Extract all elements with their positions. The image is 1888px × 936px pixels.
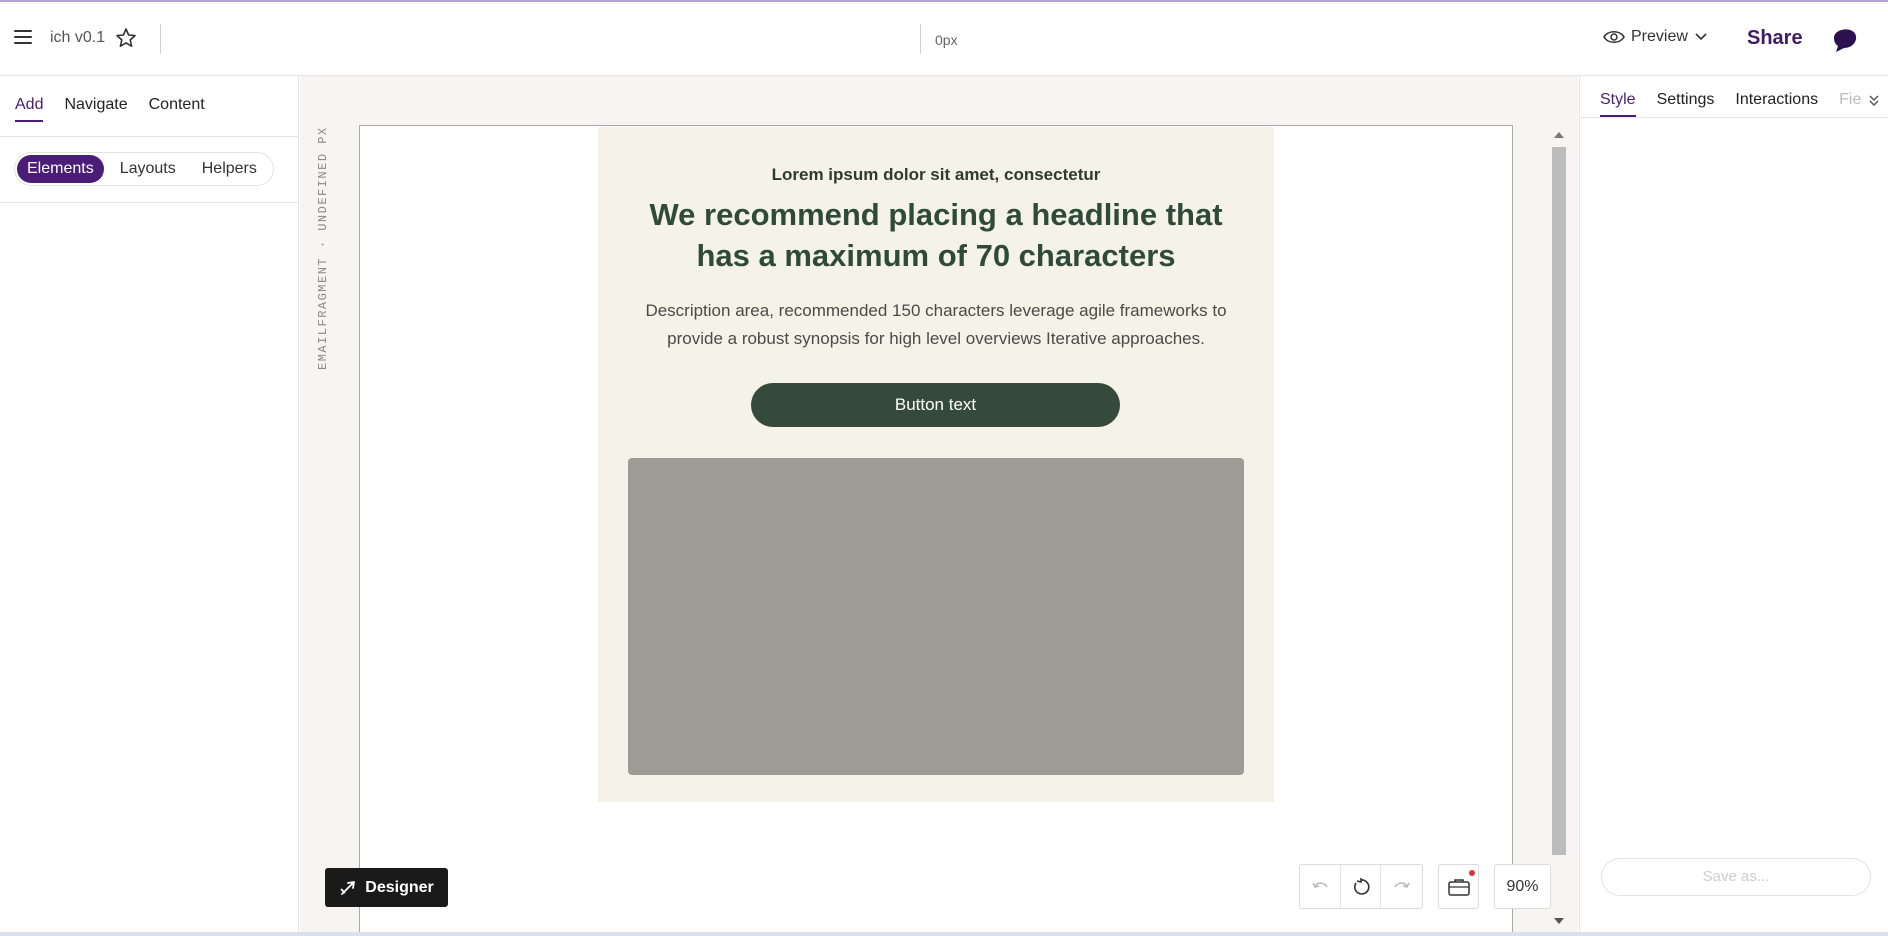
segment-layouts[interactable]: Layouts	[110, 155, 186, 183]
scrollbar-thumb[interactable]	[1552, 147, 1566, 855]
tab-navigate[interactable]: Navigate	[64, 96, 127, 122]
scroll-down-arrow[interactable]	[1554, 918, 1564, 924]
left-tabs: Add Navigate Content	[15, 96, 205, 122]
star-icon[interactable]	[114, 26, 138, 50]
tab-fields[interactable]: Fie	[1839, 91, 1861, 117]
save-as-button[interactable]: Save as...	[1601, 858, 1871, 896]
zoom-level[interactable]: 90%	[1494, 864, 1551, 909]
designer-button[interactable]: Designer	[325, 868, 448, 907]
briefcase-icon	[1447, 878, 1470, 896]
frame-vertical-label: EMAILFRAGMENT · UNDEFINED PX	[316, 126, 330, 370]
reset-button[interactable]	[1341, 865, 1382, 908]
email-headline[interactable]: We recommend placing a headline that has…	[628, 194, 1244, 276]
right-panel: Style Settings Interactions Fie Save as.…	[1579, 76, 1888, 936]
avatar-icon[interactable]	[1828, 22, 1860, 54]
designer-label: Designer	[365, 878, 434, 896]
app-root: ich v0.1 0px Preview Share Add Navigate …	[0, 0, 1888, 936]
tab-add[interactable]: Add	[15, 96, 44, 122]
tab-interactions[interactable]: Interactions	[1735, 91, 1818, 117]
designer-icon	[340, 880, 356, 895]
tab-style[interactable]: Style	[1600, 91, 1636, 117]
preview-label: Preview	[1631, 28, 1688, 45]
left-panel: Add Navigate Content Elements Layouts He…	[0, 76, 299, 936]
hamburger-icon[interactable]	[14, 30, 32, 44]
undo-button[interactable]	[1300, 865, 1341, 908]
eye-icon	[1603, 31, 1625, 43]
segment-helpers[interactable]: Helpers	[192, 155, 267, 183]
divider	[160, 24, 161, 54]
email-fragment[interactable]: Lorem ipsum dolor sit amet, consectetur …	[598, 127, 1274, 802]
width-value[interactable]: 0px	[935, 32, 958, 48]
redo-icon	[1393, 881, 1410, 888]
chevron-down-icon	[1695, 33, 1707, 41]
email-eyebrow[interactable]: Lorem ipsum dolor sit amet, consectetur	[598, 165, 1274, 185]
preview-button[interactable]: Preview	[1603, 28, 1708, 46]
divider	[1580, 117, 1888, 118]
bottom-strip	[0, 932, 1888, 936]
share-button[interactable]: Share	[1747, 27, 1803, 50]
image-placeholder[interactable]	[628, 458, 1244, 775]
assets-button[interactable]	[1438, 864, 1479, 909]
notification-dot	[1469, 870, 1475, 876]
divider	[0, 136, 299, 137]
reset-icon	[1353, 877, 1370, 895]
tab-settings[interactable]: Settings	[1657, 91, 1715, 117]
double-chevron-icon[interactable]	[1867, 93, 1881, 107]
redo-button[interactable]	[1381, 865, 1422, 908]
segment-elements[interactable]: Elements	[17, 155, 104, 183]
email-description[interactable]: Description area, recommended 150 charac…	[628, 297, 1244, 353]
divider	[0, 202, 299, 203]
undo-icon	[1312, 881, 1328, 888]
divider	[920, 24, 921, 54]
tab-content[interactable]: Content	[149, 96, 205, 122]
document-title[interactable]: ich v0.1	[50, 29, 105, 47]
top-bar: ich v0.1 0px Preview Share	[0, 0, 1888, 76]
right-tabs: Style Settings Interactions Fie	[1600, 91, 1861, 117]
email-cta-button[interactable]: Button text	[751, 383, 1120, 427]
segmented-control: Elements Layouts Helpers	[14, 152, 274, 186]
history-controls	[1299, 864, 1423, 909]
scroll-up-arrow[interactable]	[1554, 132, 1564, 138]
